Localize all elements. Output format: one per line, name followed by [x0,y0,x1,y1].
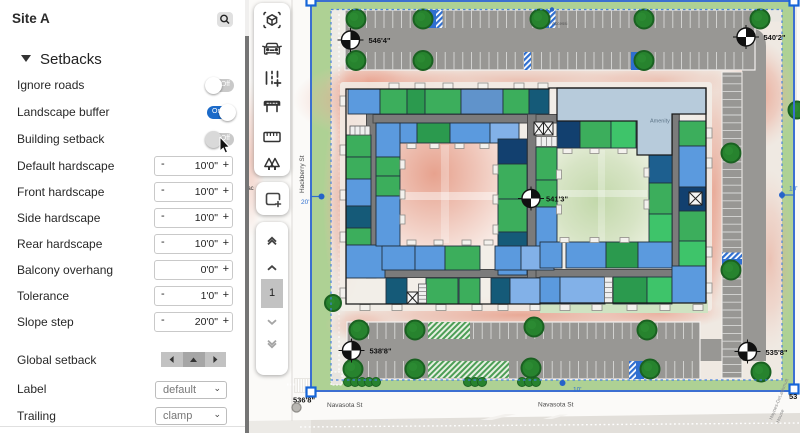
svg-text:Navasota St: Navasota St [538,402,574,409]
svg-text:Accessi: Accessi [552,21,568,26]
svg-text:538'8": 538'8" [370,347,392,356]
svg-text:541'3": 541'3" [546,195,568,204]
svg-text:10': 10' [789,186,797,193]
svg-text:535'8": 535'8" [766,348,788,357]
svg-text:546'4": 546'4" [369,36,391,45]
svg-text:20': 20' [301,199,309,206]
svg-text:10': 10' [573,387,581,394]
svg-text:Hackberry St: Hackberry St [299,155,306,193]
svg-text:53: 53 [789,392,797,401]
svg-text:Navasota St: Navasota St [327,402,363,409]
svg-text:Amenity: Amenity [650,119,670,125]
svg-text:540'2": 540'2" [764,33,786,42]
